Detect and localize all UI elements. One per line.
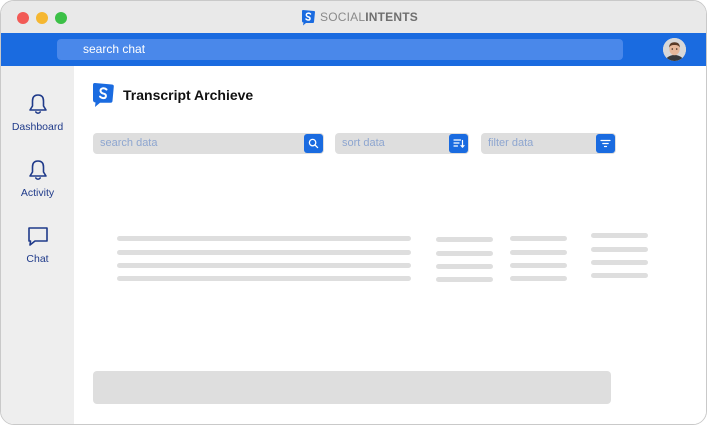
search-chat-input[interactable]: search chat — [57, 39, 623, 60]
filter-icon — [600, 139, 611, 148]
skeleton-line — [117, 250, 411, 255]
skeleton-line — [117, 263, 411, 268]
avatar-image-icon — [663, 38, 686, 61]
social-intents-logo-icon — [302, 9, 315, 25]
search-button[interactable] — [304, 134, 323, 153]
skeleton-line — [436, 251, 493, 256]
filter-button[interactable] — [596, 134, 615, 153]
pagination-placeholder — [93, 371, 611, 404]
close-window-button[interactable] — [17, 12, 29, 24]
skeleton-line — [436, 264, 493, 269]
search-data-label: search data — [100, 137, 158, 149]
title-bar: SOCIALINTENTS — [1, 1, 706, 33]
top-bar: search chat — [1, 33, 706, 66]
social-intents-logo-icon — [93, 82, 114, 107]
sort-button[interactable] — [449, 134, 468, 153]
skeleton-line — [591, 247, 648, 252]
maximize-window-button[interactable] — [55, 12, 67, 24]
brand-name-light: SOCIAL — [320, 10, 366, 24]
skeleton-line — [510, 236, 567, 241]
minimize-window-button[interactable] — [36, 12, 48, 24]
filter-data-label: filter data — [488, 137, 534, 149]
skeleton-line — [510, 250, 567, 255]
skeleton-line — [591, 233, 648, 238]
search-icon — [308, 138, 319, 149]
sidebar-item-label: Dashboard — [11, 121, 64, 133]
page-header: Transcript Archieve — [91, 82, 253, 108]
brand-name-bold: INTENTS — [365, 10, 418, 24]
page-title: Transcript Archieve — [123, 87, 254, 103]
sort-data-select[interactable]: sort data — [335, 133, 469, 154]
search-data-input[interactable]: search data — [93, 133, 324, 154]
sidebar-item-dashboard[interactable]: Dashboard — [1, 92, 74, 133]
skeleton-line — [117, 276, 411, 281]
skeleton-line — [591, 273, 648, 278]
skeleton-line — [436, 277, 493, 282]
brand-name: SOCIALINTENTS — [320, 10, 418, 24]
bell-icon — [28, 94, 47, 115]
sidebar-item-label: Chat — [26, 253, 49, 265]
sort-data-label: sort data — [342, 137, 385, 149]
skeleton-line — [510, 263, 567, 268]
sidebar-item-label: Activity — [20, 187, 55, 199]
user-avatar[interactable] — [663, 38, 686, 61]
chat-bubble-icon — [27, 227, 48, 246]
skeleton-line — [117, 236, 411, 241]
sidebar: Dashboard Activity Chat — [1, 66, 74, 424]
bell-icon — [28, 160, 47, 181]
sort-icon — [452, 139, 465, 148]
sidebar-item-activity[interactable]: Activity — [1, 158, 74, 199]
brand: SOCIALINTENTS — [300, 8, 418, 26]
skeleton-line — [591, 260, 648, 265]
app-window: SOCIALINTENTS search chat Dashboard Acti… — [0, 0, 707, 425]
skeleton-line — [436, 237, 493, 242]
skeleton-line — [510, 276, 567, 281]
main-content: Transcript Archieve search data sort dat… — [74, 66, 706, 424]
filter-data-select[interactable]: filter data — [481, 133, 616, 154]
sidebar-item-chat[interactable]: Chat — [1, 224, 74, 265]
